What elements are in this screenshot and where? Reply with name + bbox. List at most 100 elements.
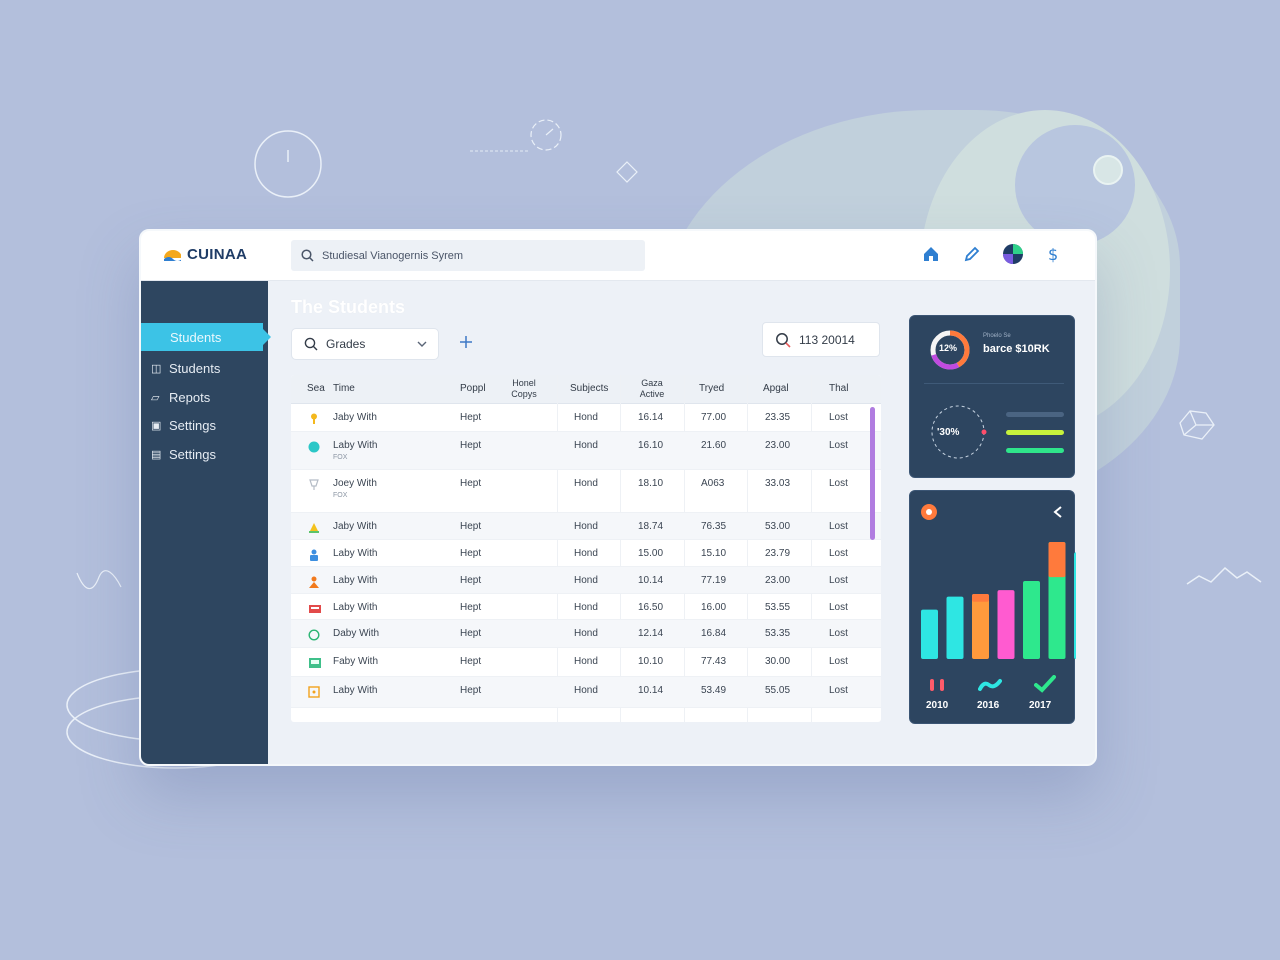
cell-value: 16.10: [638, 440, 664, 451]
pen-icon[interactable]: [961, 243, 983, 265]
triangle-icon: [308, 521, 320, 533]
student-subtitle: FOX: [333, 492, 348, 499]
cell-value: 18.10: [638, 478, 664, 489]
column-header[interactable]: Poppl: [460, 383, 486, 394]
globe-icon[interactable]: [1002, 243, 1024, 265]
cell-value: 53.49: [701, 685, 727, 696]
table-row[interactable]: Joey With FOX Hept Hond 18.10 A063 33.03 Lost: [291, 470, 881, 513]
status-value: Lost: [829, 548, 848, 559]
cell-value: Hond: [574, 548, 598, 559]
screen-green-icon: [308, 656, 321, 668]
sidebar-item-label: Settings: [169, 447, 216, 462]
ring-green-icon: [308, 628, 320, 641]
background-orb: [1015, 125, 1135, 245]
cell-value: Hept: [460, 440, 482, 451]
cell-value: 33.03: [765, 478, 791, 489]
column-header[interactable]: Honel Copys: [507, 378, 541, 400]
sidebar-item-active[interactable]: Students: [141, 323, 271, 351]
progress-bar: [1006, 448, 1064, 453]
key-icon: [308, 412, 320, 424]
student-name: Jaby With: [333, 412, 377, 423]
student-name: Laby With: [333, 548, 378, 559]
cell-value: 16.00: [701, 602, 727, 613]
column-header[interactable]: Gaza Active: [635, 378, 669, 400]
cell-value: 18.74: [638, 521, 664, 532]
search-bar[interactable]: [291, 240, 645, 271]
zigzag-icon: [1186, 566, 1262, 585]
column-header[interactable]: Subjects: [570, 383, 608, 394]
home-icon[interactable]: [920, 243, 942, 265]
sidebar-item-settings[interactable]: ▣ Settings: [151, 418, 216, 433]
sidebar-item-settings[interactable]: ▤ Settings: [151, 447, 216, 462]
cell-value: Hond: [574, 656, 598, 667]
square-orange-icon: [308, 685, 320, 698]
cell-value: Hond: [574, 575, 598, 586]
cell-value: Hond: [574, 478, 598, 489]
sidebar-item-label: Settings: [169, 418, 216, 433]
cell-value: 77.43: [701, 656, 727, 667]
check-icon: [1034, 675, 1056, 693]
column-header[interactable]: Tryed: [699, 383, 724, 394]
scrollbar[interactable]: [870, 407, 875, 540]
cell-value: Hept: [460, 412, 482, 423]
settings-icon: ▣: [151, 420, 162, 432]
dollar-icon[interactable]: $: [1043, 243, 1065, 265]
background-orb-dot: [1093, 155, 1123, 185]
table-row[interactable]: Laby With Hept Hond 15.00 15.10 23.79 Lost: [291, 540, 881, 567]
column-header[interactable]: Sea: [307, 383, 325, 394]
status-value: Lost: [829, 628, 848, 639]
cell-value: 23.00: [765, 575, 791, 586]
student-name: Laby With: [333, 685, 378, 696]
sidebar-item-reports[interactable]: ▱ Repots: [151, 390, 210, 405]
cell-value: Hept: [460, 685, 482, 696]
filter-search[interactable]: 113 20014: [762, 322, 880, 357]
add-button[interactable]: [458, 333, 474, 356]
logo-icon: [164, 249, 181, 261]
table-row[interactable]: Laby With Hept Hond 10.14 53.49 55.05 Lost: [291, 677, 881, 708]
svg-text:$: $: [1048, 245, 1058, 263]
dropdown-value: Grades: [326, 337, 366, 351]
cell-value: 77.00: [701, 412, 727, 423]
cell-value: Hept: [460, 575, 482, 586]
student-name: Daby With: [333, 628, 380, 639]
search-input[interactable]: [322, 249, 622, 262]
status-value: Lost: [829, 412, 848, 423]
cell-value: 53.35: [765, 628, 791, 639]
app-window: CUINAA $ Students: [139, 229, 1097, 766]
column-header[interactable]: Thal: [829, 383, 848, 394]
search-icon: [304, 337, 318, 351]
table-row[interactable]: Daby With Hept Hond 12.14 16.84 53.35 Lost: [291, 620, 881, 648]
cell-value: 10.14: [638, 575, 664, 586]
gauge-label: '30%: [937, 427, 960, 438]
cell-value: Hond: [574, 628, 598, 639]
column-header[interactable]: Time: [333, 383, 355, 394]
sidebar-item-label: Students: [169, 361, 221, 376]
cell-value: 16.14: [638, 412, 664, 423]
table-row[interactable]: Jaby With Hept Hond 18.74 76.35 53.00 Lost: [291, 513, 881, 540]
cell-value: 16.84: [701, 628, 727, 639]
cell-value: Hept: [460, 628, 482, 639]
bars-icon: [930, 679, 944, 691]
table-row[interactable]: Jaby With Hept Hond 16.14 77.00 23.35 Lost: [291, 404, 881, 432]
chart-bar: [972, 594, 989, 659]
toolbar-icons: $: [920, 243, 1065, 265]
search-icon: [776, 332, 791, 348]
student-name: Joey With: [333, 478, 377, 489]
sidebar-item-students[interactable]: ◫ Students: [151, 361, 220, 376]
filter-value: 113 20014: [799, 332, 855, 347]
table-row[interactable]: Faby With Hept Hond 10.10 77.43 30.00 Lost: [291, 648, 881, 677]
table-row[interactable]: Laby With Hept Hond 16.50 16.00 53.55 Lost: [291, 594, 881, 620]
grades-dropdown[interactable]: Grades: [291, 328, 439, 360]
student-name: Faby With: [333, 656, 379, 667]
column-header[interactable]: Apgal: [763, 383, 789, 394]
wave-icon: [978, 679, 1002, 691]
status-value: Lost: [829, 602, 848, 613]
cell-value: Hept: [460, 548, 482, 559]
cup-icon: [308, 478, 320, 490]
table-row[interactable]: Laby With FOX Hept Hond 16.10 21.60 23.00 Lost: [291, 432, 881, 470]
logo-text: CUINAA: [187, 246, 248, 263]
person-blue-icon: [308, 548, 320, 561]
table-row[interactable]: Laby With Hept Hond 10.14 77.19 23.00 Lost: [291, 567, 881, 594]
logo[interactable]: CUINAA: [163, 246, 247, 263]
student-name: Jaby With: [333, 521, 377, 532]
